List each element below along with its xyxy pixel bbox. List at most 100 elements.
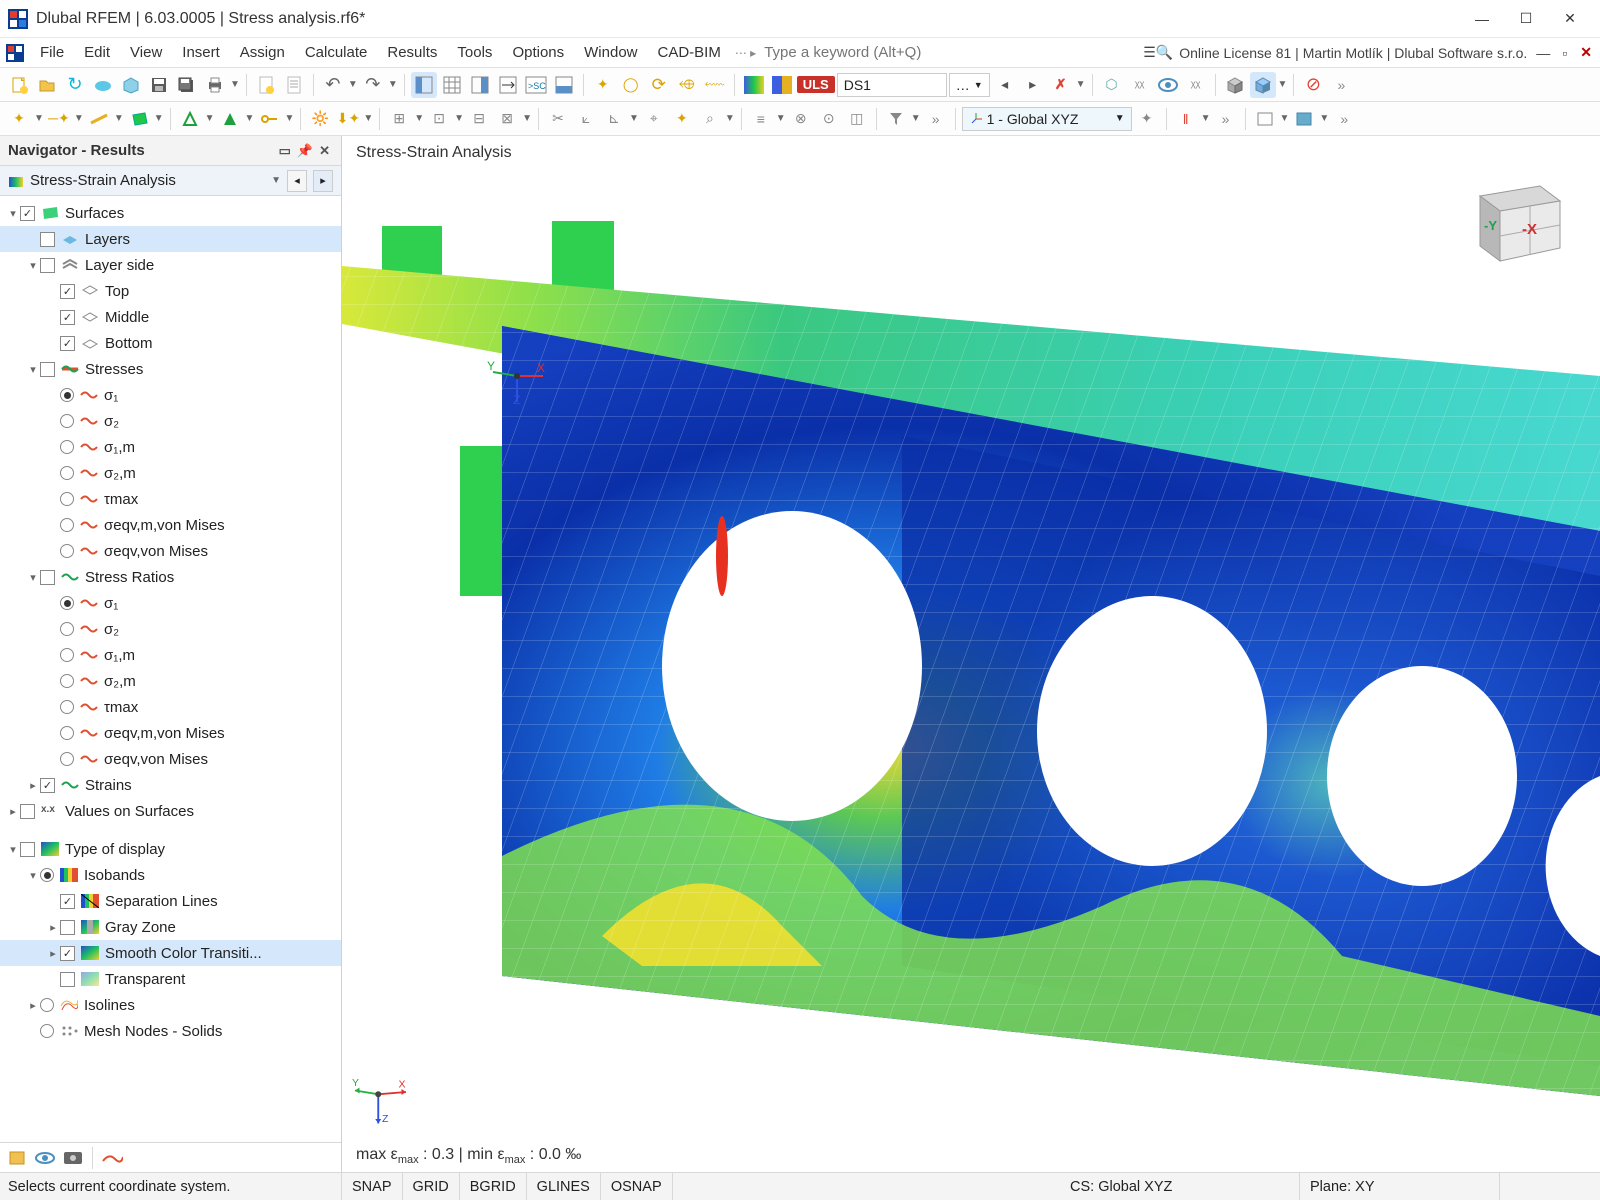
module-dropdown-icon[interactable]: ▼ xyxy=(271,175,281,186)
tree-layers[interactable]: Layers xyxy=(0,226,341,252)
tool-b-icon[interactable]: ⊡ xyxy=(426,106,452,132)
tree-ratio-s2[interactable]: σ₂ xyxy=(0,616,341,642)
tree-stress-vm-m[interactable]: σeqv,m,von Mises xyxy=(0,512,341,538)
new-icon[interactable] xyxy=(6,72,32,98)
panel3-icon[interactable] xyxy=(467,72,493,98)
doc2-icon[interactable] xyxy=(281,72,307,98)
mdi-minimize-icon[interactable]: — xyxy=(1533,45,1553,61)
tree-gray-zone[interactable]: ▸Gray Zone xyxy=(0,914,341,940)
menu-calculate[interactable]: Calculate xyxy=(295,40,378,65)
app-menu-icon[interactable] xyxy=(4,40,30,66)
tool-n-icon[interactable]: ◫ xyxy=(844,106,870,132)
star-cursor-icon[interactable]: ✦ xyxy=(590,72,616,98)
save-all-icon[interactable] xyxy=(174,72,200,98)
tree-display-type[interactable]: ▾Type of display xyxy=(0,836,341,862)
nav-tab-display-icon[interactable] xyxy=(32,1145,58,1171)
tree-middle[interactable]: Middle xyxy=(0,304,341,330)
close-button[interactable]: ✕ xyxy=(1548,4,1592,34)
tool-f-icon[interactable]: ⟀ xyxy=(573,106,599,132)
command-search-input[interactable] xyxy=(760,42,1020,64)
line-icon[interactable]: ─✦ xyxy=(46,106,72,132)
maximize-button[interactable]: ☐ xyxy=(1504,4,1548,34)
undo-icon[interactable]: ↶ xyxy=(320,72,346,98)
member-icon[interactable] xyxy=(86,106,112,132)
print-icon[interactable] xyxy=(202,72,228,98)
panel-pin-icon[interactable]: 📌 xyxy=(294,143,316,159)
module-prev-button[interactable]: ◂ xyxy=(287,170,307,192)
surface-icon[interactable] xyxy=(126,106,152,132)
tool-i-icon[interactable]: ✦ xyxy=(669,106,695,132)
menu-file[interactable]: File xyxy=(30,40,74,65)
prev-icon[interactable]: ◂ xyxy=(992,72,1018,98)
tool-d-icon[interactable]: ⊠ xyxy=(494,106,520,132)
cube2-icon[interactable] xyxy=(1250,72,1276,98)
status-snap[interactable]: SNAP xyxy=(342,1173,403,1200)
tree-ratio-tmax[interactable]: τmax xyxy=(0,694,341,720)
tree-sep-lines[interactable]: Separation Lines xyxy=(0,888,341,914)
mdi-close-icon[interactable]: ✕ xyxy=(1576,44,1596,61)
script-icon[interactable]: >SC xyxy=(523,72,549,98)
delete-x-icon[interactable]: ✗ xyxy=(1048,72,1074,98)
cs-edit-icon[interactable]: ✦ xyxy=(1134,106,1160,132)
load1-icon[interactable]: 🔆 xyxy=(307,106,333,132)
tree-stress-s2m[interactable]: σ₂,m xyxy=(0,460,341,486)
refresh-icon[interactable]: ⟳ xyxy=(646,72,672,98)
coord-system-select[interactable]: 1 - Global XYZ ▼ xyxy=(962,107,1132,131)
status-grid[interactable]: GRID xyxy=(403,1173,460,1200)
tree-layer-side[interactable]: ▾Layer side xyxy=(0,252,341,278)
tree-values-on-surfaces[interactable]: ▸x.xValues on Surfaces xyxy=(0,798,341,824)
menu-assign[interactable]: Assign xyxy=(230,40,295,65)
cancel-icon[interactable]: ⊘ xyxy=(1300,72,1326,98)
status-osnap[interactable]: OSNAP xyxy=(601,1173,673,1200)
tool-k-icon[interactable]: ≡ xyxy=(748,106,774,132)
panel5-icon[interactable] xyxy=(551,72,577,98)
view-a-icon[interactable] xyxy=(1252,106,1278,132)
menu-options[interactable]: Options xyxy=(502,40,574,65)
panel4-icon[interactable] xyxy=(495,72,521,98)
tree-mesh-nodes[interactable]: Mesh Nodes - Solids xyxy=(0,1018,341,1044)
vis3-icon[interactable]: ᵡᵡ xyxy=(1183,72,1209,98)
nav-tab-data-icon[interactable] xyxy=(4,1145,30,1171)
redo-icon[interactable]: ↷ xyxy=(360,72,386,98)
hinge-icon[interactable] xyxy=(256,106,282,132)
open-icon[interactable] xyxy=(34,72,60,98)
menu-view[interactable]: View xyxy=(120,40,172,65)
panel-float-icon[interactable]: ▭ xyxy=(276,143,294,159)
cube1-icon[interactable] xyxy=(1222,72,1248,98)
nav-tab-views-icon[interactable] xyxy=(60,1145,86,1171)
nav-back-icon[interactable]: ⬲ xyxy=(674,72,700,98)
menu-cadbim[interactable]: CAD-BIM xyxy=(648,40,731,65)
panel1-icon[interactable] xyxy=(411,72,437,98)
menu-insert[interactable]: Insert xyxy=(172,40,230,65)
next-icon[interactable]: ▸ xyxy=(1020,72,1046,98)
tree-strains[interactable]: ▸Strains xyxy=(0,772,341,798)
tree-stress-s1m[interactable]: σ₁,m xyxy=(0,434,341,460)
tree-top[interactable]: Top xyxy=(0,278,341,304)
tree-ratio-s1m[interactable]: σ₁,m xyxy=(0,642,341,668)
more4-icon[interactable]: » xyxy=(1331,106,1357,132)
cloud2-icon[interactable] xyxy=(90,72,116,98)
tree-isolines[interactable]: ▸Isolines xyxy=(0,992,341,1018)
more-tb-icon[interactable]: » xyxy=(1328,72,1354,98)
tree-stress-s1[interactable]: σ₁ xyxy=(0,382,341,408)
status-glines[interactable]: GLINES xyxy=(527,1173,601,1200)
mdi-restore-icon[interactable]: ▫ xyxy=(1559,45,1570,61)
doc1-icon[interactable] xyxy=(253,72,279,98)
tree-stresses[interactable]: ▾Stresses xyxy=(0,356,341,382)
vis2-icon[interactable]: ᵡᵡ xyxy=(1127,72,1153,98)
node-icon[interactable]: ✦ xyxy=(6,106,32,132)
navigator-module-selector[interactable]: Stress-Strain Analysis ▼ ◂ ▸ xyxy=(0,166,341,196)
tree-transparent[interactable]: Transparent xyxy=(0,966,341,992)
view-cube[interactable]: -Y -X xyxy=(1460,176,1570,266)
lasso-icon[interactable]: ◯ xyxy=(618,72,644,98)
menu-tools[interactable]: Tools xyxy=(447,40,502,65)
filter-icon[interactable] xyxy=(883,106,909,132)
load2-icon[interactable]: ⬇✦ xyxy=(335,106,361,132)
load-combo-more[interactable]: … ▼ xyxy=(949,73,990,97)
status-bgrid[interactable]: BGRID xyxy=(460,1173,527,1200)
support2-icon[interactable] xyxy=(217,106,243,132)
tree-ratio-s1[interactable]: σ₁ xyxy=(0,590,341,616)
more3-icon[interactable]: » xyxy=(1213,106,1239,132)
tree-stress-vm[interactable]: σeqv,von Mises xyxy=(0,538,341,564)
minimize-button[interactable]: — xyxy=(1460,4,1504,34)
